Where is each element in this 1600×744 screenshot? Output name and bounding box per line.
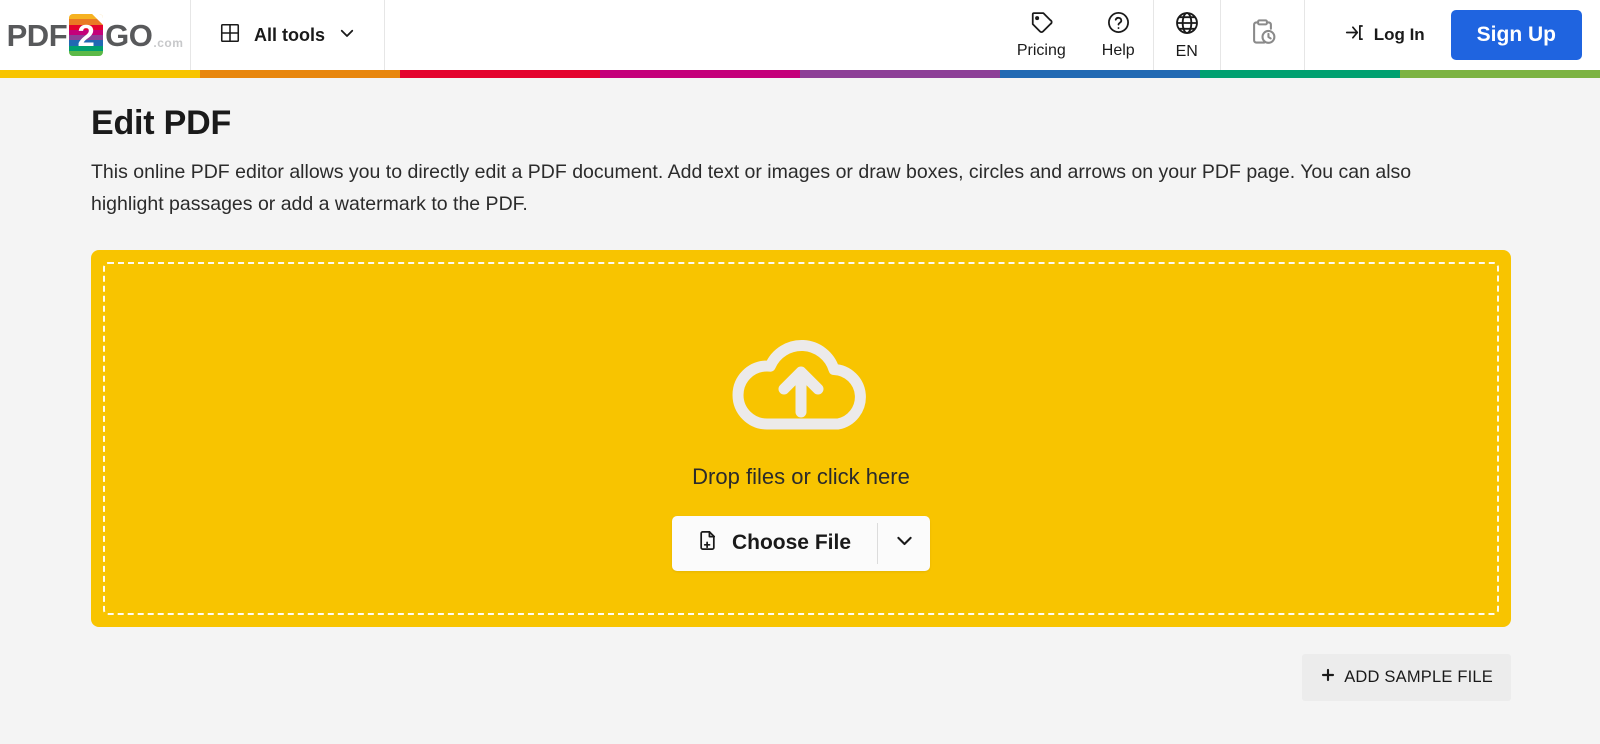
choose-file-group: Choose File: [671, 515, 931, 571]
colorbar-segment-7: [1200, 70, 1400, 78]
colorbar-segment-6: [1000, 70, 1200, 78]
cloud-upload-icon: [726, 329, 876, 438]
page-title: Edit PDF: [91, 104, 232, 142]
logo-text-go: GO: [105, 17, 153, 53]
logo-text-dotcom: .com: [153, 36, 184, 50]
chevron-down-icon: [338, 24, 356, 47]
signup-button[interactable]: Sign Up: [1450, 10, 1582, 60]
file-plus-icon: [696, 529, 719, 558]
colorbar-segment-5: [800, 70, 1000, 78]
choose-file-button[interactable]: Choose File: [672, 516, 877, 571]
nav-item-language[interactable]: EN: [1154, 0, 1220, 70]
dropzone-label: Drop files or click here: [692, 463, 910, 489]
nav-label-pricing: Pricing: [1016, 42, 1066, 60]
nav-item-help[interactable]: Help: [1084, 0, 1153, 70]
chevron-down-icon: [894, 530, 915, 556]
page-description: This online PDF editor allows you to dir…: [91, 161, 1412, 215]
auth-group: Log In Sign Up: [1305, 0, 1600, 70]
choose-file-label: Choose File: [731, 531, 852, 555]
dropzone-dashed-border: Drop files or click here Choose File: [103, 262, 1499, 616]
choose-file-dropdown-toggle[interactable]: [878, 516, 930, 571]
clipboard-clock-icon: [1247, 17, 1278, 53]
grid-icon: [219, 22, 241, 49]
pdf2go-logo[interactable]: PDF 2 GO .com: [7, 14, 184, 56]
all-tools-label: All tools: [254, 24, 325, 45]
sample-file-row: ADD SAMPLE FILE: [91, 654, 1511, 702]
sign-in-icon: [1345, 22, 1366, 48]
all-tools-menu[interactable]: All tools: [191, 0, 384, 70]
header-nav-group: Pricing Help EN: [999, 0, 1305, 70]
header-spacer: [385, 0, 999, 70]
question-circle-icon: [1106, 10, 1131, 40]
nav-label-language: EN: [1175, 42, 1198, 60]
main-content: Edit PDF This online PDF editor allows y…: [0, 78, 1600, 702]
logo-text-pdf: PDF: [6, 17, 68, 53]
colorbar-segment-1: [0, 70, 200, 78]
colorbar-segment-3: [400, 70, 600, 78]
price-tag-icon: [1029, 10, 1054, 40]
colorbar-segment-8: [1400, 70, 1600, 78]
colorbar-segment-2: [200, 70, 400, 78]
login-button[interactable]: Log In: [1345, 22, 1425, 48]
nav-label-help: Help: [1101, 42, 1135, 60]
colorbar-segment-4: [600, 70, 800, 78]
logo-document-icon: 2: [69, 14, 104, 56]
add-sample-file-button[interactable]: ADD SAMPLE FILE: [1302, 654, 1511, 702]
nav-item-pricing[interactable]: Pricing: [999, 0, 1084, 70]
logo-cell: PDF 2 GO .com: [0, 0, 190, 70]
plus-icon: [1320, 667, 1336, 688]
login-label: Log In: [1373, 25, 1425, 44]
globe-icon: [1174, 10, 1200, 41]
file-dropzone[interactable]: Drop files or click here Choose File: [91, 250, 1511, 628]
task-history-button[interactable]: [1221, 0, 1304, 70]
brand-color-bar: [0, 70, 1600, 78]
logo-digit-two: 2: [77, 17, 95, 53]
site-header: PDF 2 GO .com All tools Pricing Help EN …: [0, 0, 1600, 70]
add-sample-file-label: ADD SAMPLE FILE: [1344, 668, 1493, 687]
content-wrapper: Edit PDF This online PDF editor allows y…: [91, 104, 1511, 702]
